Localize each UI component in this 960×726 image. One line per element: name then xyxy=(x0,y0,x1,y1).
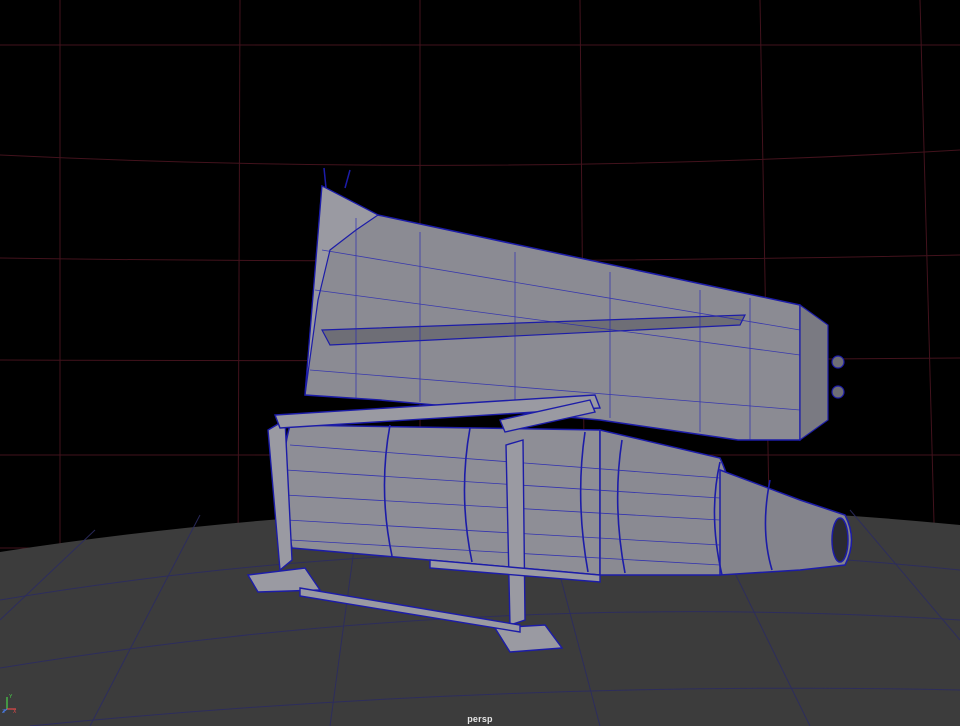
viewport-scene xyxy=(0,0,960,726)
axis-gizmo: Y X Z xyxy=(2,694,17,714)
y-axis-label: Y xyxy=(9,694,13,700)
3d-viewport[interactable]: Y X Z persp xyxy=(0,0,960,726)
camera-name-label: persp xyxy=(467,714,493,724)
engine-cylinder xyxy=(282,424,853,576)
